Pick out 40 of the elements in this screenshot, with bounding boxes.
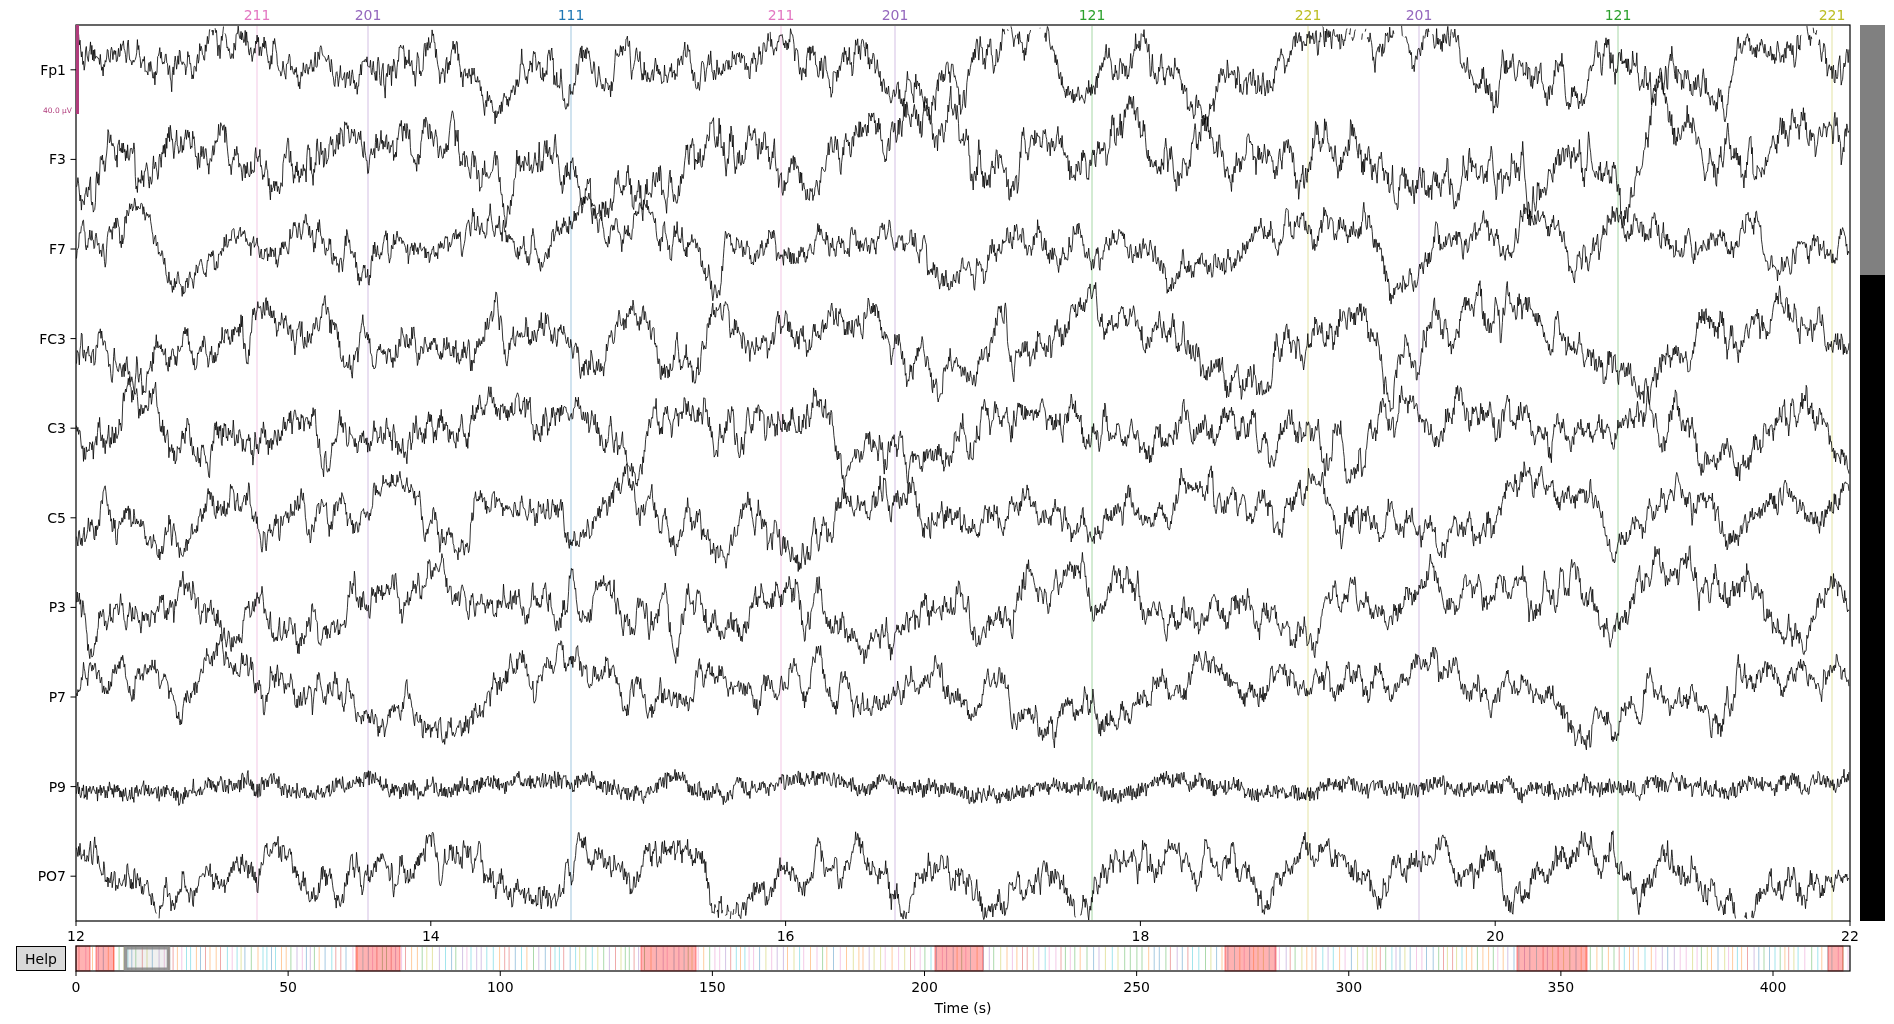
overview-tick-label: 150 — [699, 979, 726, 995]
channel-label: PO7 — [37, 868, 66, 885]
channel-label: C5 — [47, 509, 66, 526]
time-tick-label: 16 — [776, 928, 795, 944]
time-tick-label: 18 — [1131, 928, 1150, 944]
annotation-label: 121 — [1604, 7, 1632, 23]
annotation-label: 201 — [354, 7, 382, 23]
annotation-label: 121 — [1078, 7, 1106, 23]
channel-label: P9 — [48, 778, 66, 795]
annotation-label: 221 — [1294, 7, 1322, 23]
overview-tick-label: 250 — [1123, 979, 1150, 995]
channel-label: F3 — [49, 151, 66, 168]
annotation-label: 221 — [1818, 7, 1846, 23]
vertical-scrollbar[interactable] — [1860, 25, 1885, 921]
help-button[interactable]: Help — [16, 946, 66, 971]
overview-tick-label: 300 — [1335, 979, 1363, 995]
channel-label: Fp1 — [40, 61, 66, 78]
annotation-label: 201 — [1405, 7, 1433, 23]
annotation-label: 111 — [557, 7, 585, 23]
time-overview[interactable] — [75, 945, 1851, 972]
channel-label: FC3 — [39, 330, 66, 347]
overview-tick-label: 350 — [1547, 979, 1575, 995]
axis-title: Time (s) — [934, 1000, 992, 1016]
channel-label: P3 — [48, 599, 66, 616]
time-tick-label: 22 — [1841, 928, 1859, 944]
time-tick-label: 14 — [421, 928, 440, 944]
channel-label: F7 — [49, 241, 66, 257]
annotation-label: 211 — [243, 7, 271, 23]
annotation-label: 201 — [881, 7, 909, 23]
overview-tick-label: 200 — [911, 979, 938, 995]
overview-tick-label: 0 — [71, 979, 81, 995]
channel-label: C3 — [47, 420, 66, 437]
time-tick-label: 20 — [1486, 928, 1505, 944]
view-window[interactable] — [123, 946, 171, 971]
time-tick-label: 12 — [67, 928, 85, 944]
annotation-label: 211 — [767, 7, 795, 23]
channel-label: P7 — [48, 689, 66, 705]
overview-tick-label: 50 — [279, 979, 298, 995]
overview-tick-label: 400 — [1759, 979, 1787, 995]
overview-tick-label: 100 — [486, 979, 514, 995]
